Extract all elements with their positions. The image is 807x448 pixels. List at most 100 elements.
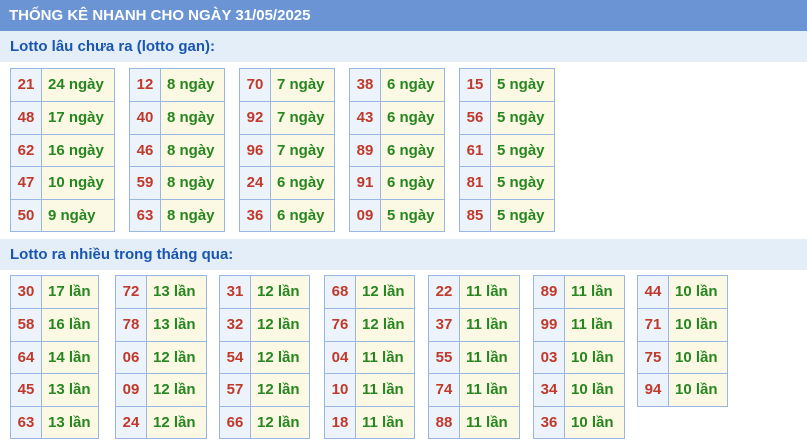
table-row: 85 5 ngày — [460, 198, 554, 231]
table-row: 63 13 lần — [11, 405, 98, 438]
lotto-count: 6 ngày — [381, 102, 444, 134]
lotto-number: 44 — [638, 276, 669, 309]
lotto-count: 10 lần — [565, 374, 624, 406]
lotto-count: 5 ngày — [491, 167, 554, 199]
lotto-number: 38 — [350, 69, 381, 102]
lotto-number: 71 — [638, 309, 669, 341]
table-row: 48 17 ngày — [11, 101, 114, 134]
lotto-number: 48 — [11, 102, 42, 134]
lotto-count: 5 ngày — [491, 134, 554, 167]
lotto-count: 6 ngày — [271, 199, 334, 231]
table-row: 99 11 lần — [534, 308, 624, 341]
table-row: 63 8 ngày — [130, 198, 224, 231]
lotto-number: 63 — [130, 199, 161, 231]
lotto-count: 7 ngày — [271, 102, 334, 134]
table-row: 46 8 ngày — [130, 133, 224, 167]
lotto-count: 12 lần — [356, 309, 414, 341]
lotto-number: 34 — [534, 374, 565, 406]
section_nhieu-group: 31 12 lần 32 12 lần 54 12 lần 57 12 lần 66 12 lần — [219, 275, 310, 439]
lotto-number: 31 — [220, 276, 251, 309]
table-row: 61 5 ngày — [460, 133, 554, 167]
table-row: 09 5 ngày — [350, 198, 444, 231]
lotto-number: 59 — [130, 167, 161, 199]
lotto-number: 45 — [11, 374, 42, 406]
table-row: 66 12 lần — [220, 405, 309, 438]
lotto-number: 43 — [350, 102, 381, 134]
lotto-count: 13 lần — [147, 276, 206, 309]
lotto-number: 15 — [460, 69, 491, 102]
section_gan-group: 15 5 ngày 56 5 ngày 61 5 ngày 81 5 ngày 85 5 ngày — [459, 68, 555, 232]
lotto-count: 7 ngày — [271, 134, 334, 167]
lotto-number: 61 — [460, 134, 491, 167]
table-row: 62 16 ngày — [11, 133, 114, 167]
lotto-number: 89 — [534, 276, 565, 309]
lotto-count: 13 lần — [147, 309, 206, 341]
section_nhieu-group: 30 17 lần 58 16 lần 64 14 lần 45 13 lần 63 13 lần — [10, 275, 99, 439]
table-row: 34 10 lần — [534, 373, 624, 406]
lotto-number: 55 — [429, 341, 460, 374]
lotto-count: 10 lần — [565, 341, 624, 374]
table-row: 58 16 lần — [11, 308, 98, 341]
table-row: 47 10 ngày — [11, 166, 114, 199]
table-row: 96 7 ngày — [240, 133, 334, 167]
lotto-count: 12 lần — [147, 406, 206, 438]
lotto-count: 12 lần — [251, 406, 309, 438]
lotto-count: 16 ngày — [42, 134, 114, 167]
table-row: 92 7 ngày — [240, 101, 334, 134]
table-row: 64 14 lần — [11, 340, 98, 374]
section_nhieu-group: 89 11 lần 99 11 lần 03 10 lần 34 10 lần 36 10 lần — [533, 275, 625, 439]
lotto-number: 63 — [11, 406, 42, 438]
lotto-number: 46 — [130, 134, 161, 167]
lotto-number: 62 — [11, 134, 42, 167]
page-title: THỐNG KÊ NHANH CHO NGÀY 31/05/2025 — [0, 0, 807, 31]
lotto-count: 8 ngày — [161, 69, 224, 102]
lotto-count: 8 ngày — [161, 134, 224, 167]
table-row: 10 11 lần — [325, 373, 414, 406]
lotto-count: 11 lần — [565, 309, 624, 341]
table-row: 09 12 lần — [116, 373, 206, 406]
lotto-count: 11 lần — [460, 309, 519, 341]
lotto-count: 12 lần — [251, 374, 309, 406]
table-row: 68 12 lần — [325, 276, 414, 309]
table-row: 56 5 ngày — [460, 101, 554, 134]
lotto-count: 8 ngày — [161, 199, 224, 231]
section_gan-group: 38 6 ngày 43 6 ngày 89 6 ngày 91 6 ngày 09 5 ngày — [349, 68, 445, 232]
table-row: 44 10 lần — [638, 276, 727, 309]
lotto-count: 10 lần — [669, 374, 727, 406]
table-row: 37 11 lần — [429, 308, 519, 341]
lotto-count: 24 ngày — [42, 69, 114, 102]
table-row: 78 13 lần — [116, 308, 206, 341]
lotto-number: 81 — [460, 167, 491, 199]
table-row: 18 11 lần — [325, 405, 414, 438]
section-title-nhieu: Lotto ra nhiều trong tháng qua: — [0, 239, 807, 270]
table-row: 75 10 lần — [638, 340, 727, 374]
table-row: 74 11 lần — [429, 373, 519, 406]
lotto-count: 6 ngày — [381, 134, 444, 167]
table-row: 89 6 ngày — [350, 133, 444, 167]
lotto-number: 75 — [638, 341, 669, 374]
lotto-count: 6 ngày — [381, 167, 444, 199]
lotto-number: 09 — [350, 199, 381, 231]
section_nhieu-group: 72 13 lần 78 13 lần 06 12 lần 09 12 lần 24 12 lần — [115, 275, 207, 439]
lotto-number: 04 — [325, 341, 356, 374]
lotto-count: 10 lần — [669, 309, 727, 341]
lotto-count: 10 lần — [669, 276, 727, 309]
lotto-count: 7 ngày — [271, 69, 334, 102]
table-row: 36 10 lần — [534, 405, 624, 438]
lotto-count: 11 lần — [356, 374, 414, 406]
table-row: 57 12 lần — [220, 373, 309, 406]
lotto-count: 11 lần — [356, 406, 414, 438]
table-row: 38 6 ngày — [350, 69, 444, 102]
lotto-count: 12 lần — [356, 276, 414, 309]
lotto-number: 03 — [534, 341, 565, 374]
lotto-number: 06 — [116, 341, 147, 374]
lotto-number: 40 — [130, 102, 161, 134]
lotto-count: 11 lần — [460, 276, 519, 309]
lotto-number: 47 — [11, 167, 42, 199]
lotto-number: 72 — [116, 276, 147, 309]
lotto-count: 5 ngày — [491, 102, 554, 134]
table-row: 30 17 lần — [11, 276, 98, 309]
lotto-number: 57 — [220, 374, 251, 406]
lotto-count: 12 lần — [147, 341, 206, 374]
lotto-count: 5 ngày — [381, 199, 444, 231]
